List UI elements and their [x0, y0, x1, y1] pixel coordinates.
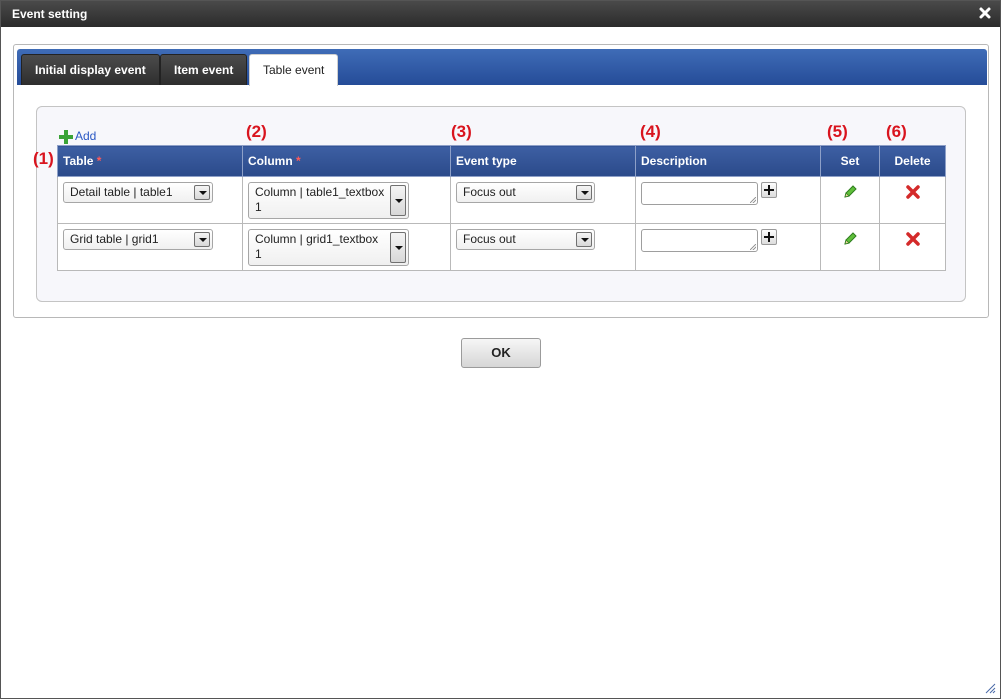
event-table: Table * Column * Event type Description …	[57, 145, 946, 271]
event-type-select[interactable]: Focus out	[456, 182, 595, 203]
cell-delete	[879, 176, 946, 224]
header-table: Table *	[57, 145, 243, 177]
cell-set	[820, 176, 880, 224]
cell-column: Column | grid1_textbox 1	[242, 223, 451, 271]
annotation-3: (3)	[451, 122, 472, 141]
tab-item-event[interactable]: Item event	[160, 54, 248, 85]
header-delete: Delete	[879, 145, 946, 177]
table-select[interactable]: Detail table | table1	[63, 182, 213, 203]
event-setting-dialog: Event setting Initial display event Item…	[0, 0, 1001, 699]
cell-set	[820, 223, 880, 271]
chevron-down-icon	[576, 232, 592, 247]
description-expand-button[interactable]	[761, 182, 777, 198]
cell-event-type: Focus out	[450, 176, 636, 224]
tab-table-event[interactable]: Table event	[249, 54, 339, 86]
close-icon[interactable]	[978, 6, 992, 20]
description-expand-button[interactable]	[761, 229, 777, 245]
header-description: Description	[635, 145, 821, 177]
chevron-down-icon	[194, 232, 210, 247]
event-type-select[interactable]: Focus out	[456, 229, 595, 250]
annotation-1: (1)	[33, 149, 54, 168]
table-select-value: Detail table | table1	[70, 185, 173, 199]
dialog-titlebar: Event setting	[1, 1, 1000, 27]
chevron-down-icon	[390, 232, 406, 263]
description-input[interactable]	[641, 182, 758, 205]
pencil-icon[interactable]	[841, 230, 859, 248]
column-select[interactable]: Column | grid1_textbox 1	[248, 229, 409, 266]
cell-description	[635, 176, 821, 224]
event-type-select-value: Focus out	[463, 232, 516, 246]
column-select[interactable]: Column | table1_textbox 1	[248, 182, 409, 219]
cell-table: Grid table | grid1	[57, 223, 243, 271]
cell-column: Column | table1_textbox 1	[242, 176, 451, 224]
dialog-title: Event setting	[12, 7, 88, 21]
x-icon[interactable]	[904, 183, 922, 201]
column-select-value: Column | grid1_textbox 1	[255, 232, 379, 261]
chevron-down-icon	[576, 185, 592, 200]
add-label: Add	[75, 129, 97, 143]
chevron-down-icon	[390, 185, 406, 216]
annotation-4: (4)	[640, 122, 661, 141]
tab-initial-display-event[interactable]: Initial display event	[21, 54, 160, 85]
ok-button[interactable]: OK	[461, 338, 541, 368]
cell-delete	[879, 223, 946, 271]
header-event-type: Event type	[450, 145, 636, 177]
header-set: Set	[820, 145, 880, 177]
annotation-5: (5)	[827, 122, 848, 141]
pencil-icon[interactable]	[841, 183, 859, 201]
resize-handle-icon[interactable]	[985, 683, 996, 694]
annotation-6: (6)	[886, 122, 907, 141]
tab-bar: Initial display event Item event Table e…	[17, 49, 987, 86]
table-header-row: Table * Column * Event type Description …	[57, 145, 946, 177]
add-button[interactable]: Add	[59, 128, 96, 144]
column-select-value: Column | table1_textbox 1	[255, 185, 385, 214]
annotation-2: (2)	[246, 122, 267, 141]
description-input[interactable]	[641, 229, 758, 252]
chevron-down-icon	[194, 185, 210, 200]
header-column: Column *	[242, 145, 451, 177]
table-select-value: Grid table | grid1	[70, 232, 159, 246]
table-row: Grid table | grid1 Column | grid1_textbo…	[57, 223, 946, 271]
table-select[interactable]: Grid table | grid1	[63, 229, 213, 250]
event-type-select-value: Focus out	[463, 185, 516, 199]
plus-icon	[59, 129, 73, 144]
table-row: Detail table | table1 Column | table1_te…	[57, 176, 946, 224]
cell-table: Detail table | table1	[57, 176, 243, 224]
cell-event-type: Focus out	[450, 223, 636, 271]
x-icon[interactable]	[904, 230, 922, 248]
cell-description	[635, 223, 821, 271]
